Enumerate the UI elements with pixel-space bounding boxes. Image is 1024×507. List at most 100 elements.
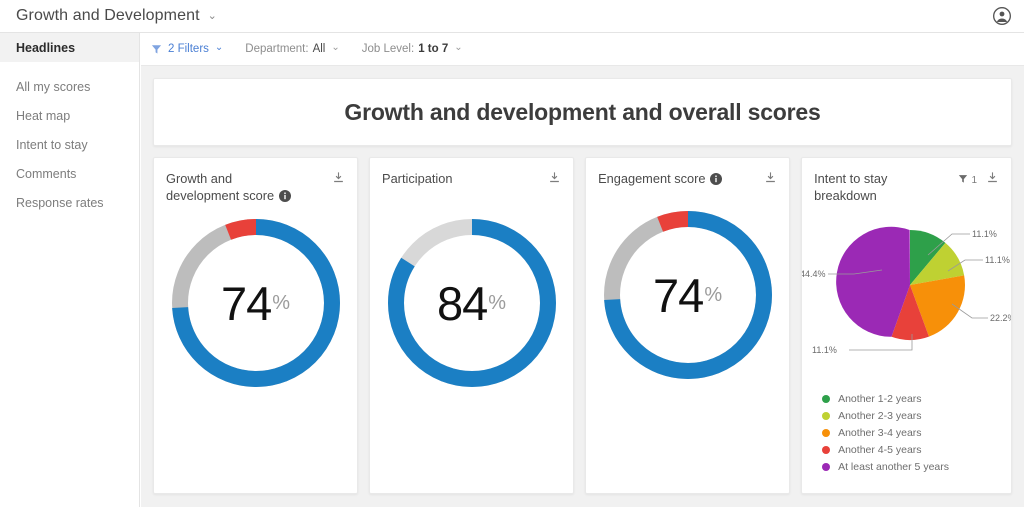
app-title-group[interactable]: Growth and Development ⌄ — [16, 7, 217, 25]
card-header-actions — [548, 170, 561, 189]
card-filter-badge[interactable]: 1 — [958, 171, 977, 189]
legend-label: Another 3-4 years — [838, 426, 922, 439]
legend-item[interactable]: At least another 5 years — [822, 458, 1011, 475]
card-title: Participation — [382, 171, 453, 186]
card-title-wrap: Intent to stay breakdown — [814, 170, 910, 204]
legend-item[interactable]: Another 2-3 years — [822, 407, 1011, 424]
gauge-value: 74 — [220, 276, 272, 330]
legend-label: At least another 5 years — [838, 460, 949, 473]
sidebar-item-comments[interactable]: Comments — [0, 159, 139, 188]
sidebar-item-label: Response rates — [16, 195, 104, 210]
filters-label: 2 Filters — [168, 43, 209, 55]
main-content: 2 Filters ⌄ Department: All ⌄ Job Level:… — [141, 33, 1024, 507]
card-title-wrap: Growth and development score — [166, 170, 298, 206]
legend-item[interactable]: Another 3-4 years — [822, 424, 1011, 441]
card-header: Intent to stay breakdown 1 — [802, 158, 1011, 204]
app-title: Growth and Development — [16, 7, 200, 24]
pie-label-at-least-another-5-years: 44.4% — [802, 269, 826, 279]
legend-item[interactable]: Another 1-2 years — [822, 390, 1011, 407]
dashboard-area: Growth and development and overall score… — [141, 66, 1024, 507]
sidebar-item-all-my-scores[interactable]: All my scores — [0, 72, 139, 101]
legend-color-swatch — [822, 462, 831, 471]
card-header-actions — [764, 170, 777, 189]
download-icon[interactable] — [332, 171, 345, 189]
gauge-value-label: 74% — [167, 214, 345, 392]
legend-color-swatch — [822, 411, 831, 420]
sidebar-item-label: Headlines — [16, 40, 76, 55]
gauge-value: 84 — [437, 276, 488, 330]
gauge-unit: % — [488, 291, 507, 314]
card-title-wrap: Participation — [382, 170, 452, 187]
card-title-wrap: Engagement score — [598, 170, 723, 189]
gauge-wrap: 74% — [154, 214, 357, 392]
sidebar-item-heat-map[interactable]: Heat map — [0, 101, 139, 130]
sidebar-item-intent-to-stay[interactable]: Intent to stay — [0, 130, 139, 159]
top-app-bar: Growth and Development ⌄ — [0, 0, 1024, 33]
filter-funnel-icon — [151, 44, 168, 55]
gauge-unit: % — [272, 291, 291, 314]
legend-color-swatch — [822, 445, 831, 454]
pie-label-another-1-2-years: 11.1% — [972, 229, 997, 239]
department-value: All — [312, 43, 326, 55]
download-icon[interactable] — [764, 171, 777, 189]
legend-label: Another 1-2 years — [838, 392, 922, 405]
card-title: Intent to stay breakdown — [814, 171, 888, 203]
gauge-unit: % — [704, 283, 723, 306]
department-label: Department: — [245, 43, 309, 55]
card-header-actions: 1 — [958, 170, 999, 189]
info-icon[interactable] — [710, 172, 723, 189]
pie-label-another-2-3-years: 11.1% — [985, 255, 1010, 265]
gauge-wrap: 74% — [586, 206, 789, 384]
engagement-score-gauge: 74% — [599, 206, 777, 384]
info-icon[interactable] — [279, 189, 292, 206]
card-intent-to-stay-breakdown: Intent to stay breakdown 1 11.1% 11.1% 2… — [801, 157, 1012, 494]
dashboard-banner: Growth and development and overall score… — [153, 78, 1012, 146]
card-title: Engagement score — [598, 171, 706, 186]
card-engagement-score: Engagement score 74 % — [585, 157, 791, 494]
pie-legend: Another 1-2 years Another 2-3 years Anot… — [822, 390, 1011, 475]
gauge-wrap: 84% — [370, 214, 573, 392]
gauge-value-label: 84% — [383, 214, 561, 392]
filter-funnel-icon — [958, 171, 968, 189]
sidebar-item-headlines[interactable]: Headlines — [0, 33, 139, 62]
download-icon[interactable] — [986, 171, 999, 189]
sidebar-item-label: Heat map — [16, 108, 71, 123]
download-icon[interactable] — [548, 171, 561, 189]
card-participation: Participation 84% — [369, 157, 575, 494]
card-header: Growth and development score — [154, 158, 357, 206]
sidebar: Headlines All my scores Heat map Intent … — [0, 33, 140, 507]
sidebar-item-label: Intent to stay — [16, 137, 88, 152]
filter-toolbar: 2 Filters ⌄ Department: All ⌄ Job Level:… — [141, 33, 1024, 66]
legend-color-swatch — [822, 428, 831, 437]
chevron-down-icon[interactable]: ⌄ — [208, 11, 217, 22]
card-header: Engagement score — [586, 158, 789, 189]
job-level-label: Job Level: — [361, 43, 415, 55]
legend-label: Another 2-3 years — [838, 409, 922, 422]
sidebar-item-label: All my scores — [16, 79, 91, 94]
cards-row: Growth and development score 74 % Partic… — [153, 157, 1012, 494]
pie-label-another-4-5-years: 11.1% — [812, 345, 837, 355]
card-header: Participation — [370, 158, 573, 189]
legend-item[interactable]: Another 4-5 years — [822, 441, 1011, 458]
page-title: Growth and development and overall score… — [344, 98, 821, 125]
job-level-value: 1 to 7 — [418, 43, 449, 55]
job-level-dropdown[interactable]: Job Level: 1 to 7 ⌄ — [361, 42, 463, 56]
top-bar-right — [992, 6, 1012, 26]
sidebar-item-label: Comments — [16, 166, 77, 181]
department-dropdown[interactable]: Department: All ⌄ — [245, 42, 340, 56]
intent-to-stay-breakdown-pie: 11.1% 11.1% 22.2% 11.1% 44.4% — [802, 208, 1011, 358]
card-growth-and-development-score: Growth and development score 74 % — [153, 157, 359, 494]
growth-and-development-score-gauge: 74% — [167, 214, 345, 392]
gauge-value: 74 — [653, 268, 704, 322]
legend-label: Another 4-5 years — [838, 443, 922, 456]
card-header-actions — [332, 170, 345, 189]
sidebar-item-response-rates[interactable]: Response rates — [0, 188, 139, 217]
account-circle-icon[interactable] — [992, 6, 1012, 26]
card-filter-count: 1 — [971, 174, 977, 186]
chevron-down-icon: ⌄ — [214, 42, 224, 53]
filters-dropdown[interactable]: 2 Filters ⌄ — [151, 43, 223, 55]
card-title: Growth and development score — [166, 171, 275, 203]
chevron-down-icon: ⌄ — [454, 42, 463, 53]
chevron-down-icon: ⌄ — [331, 42, 340, 53]
